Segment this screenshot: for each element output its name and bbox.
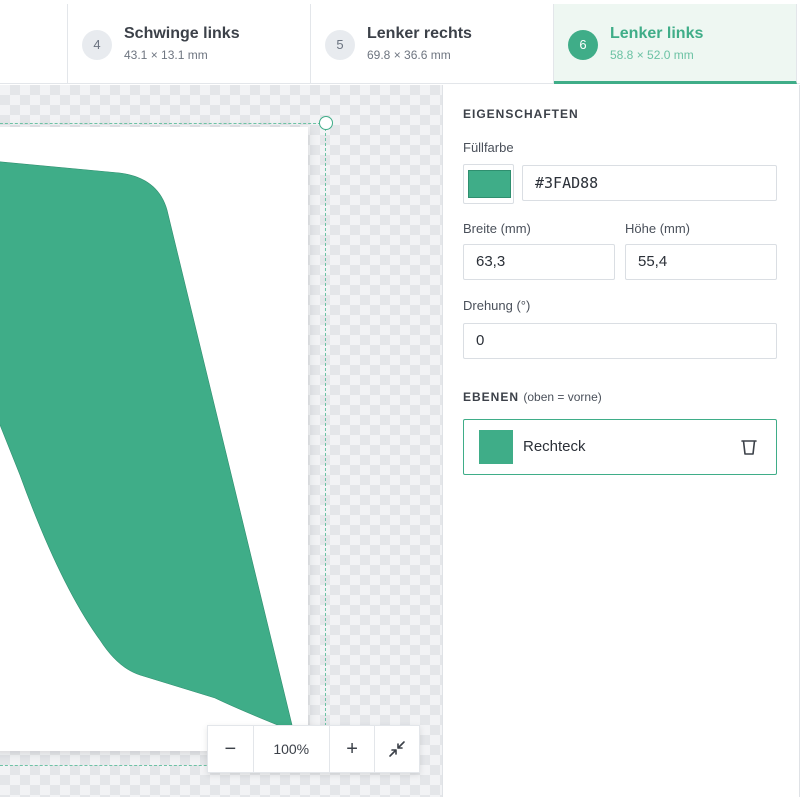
resize-handle-top-right[interactable] bbox=[319, 116, 333, 130]
shape-layer bbox=[0, 160, 293, 731]
tab-dimensions: 69.8 × 36.6 mm bbox=[367, 48, 451, 62]
fit-to-screen-button[interactable] bbox=[374, 726, 419, 772]
tab-dimensions: 43.1 × 13.1 mm bbox=[124, 48, 208, 62]
properties-panel: EIGENSCHAFTEN Füllfarbe #3FAD88 Breite (… bbox=[444, 85, 800, 797]
selected-shape-rechteck[interactable] bbox=[0, 160, 293, 731]
layer-item[interactable]: Rechteck bbox=[463, 419, 777, 475]
layer-color-swatch bbox=[479, 430, 513, 464]
layers-heading: EBENEN (oben = vorne) bbox=[463, 390, 602, 404]
trash-icon[interactable] bbox=[738, 436, 760, 458]
tab-number-badge: 5 bbox=[325, 30, 355, 60]
tab-title: Lenker links bbox=[610, 25, 704, 42]
layer-name: Rechteck bbox=[523, 438, 586, 455]
fill-color-picker[interactable] bbox=[463, 164, 514, 204]
width-label: Breite (mm) bbox=[463, 221, 531, 236]
part-tab-bar: › 4 Schwinge links 43.1 × 13.1 mm 5 Lenk… bbox=[0, 0, 800, 84]
properties-heading: EIGENSCHAFTEN bbox=[463, 107, 579, 121]
height-label: Höhe (mm) bbox=[625, 221, 691, 236]
layers-subtitle: (oben = vorne) bbox=[523, 390, 602, 404]
tab-title: Schwinge links bbox=[124, 25, 240, 42]
zoom-in-button[interactable]: + bbox=[330, 726, 375, 772]
tab-previous-partial[interactable]: › bbox=[0, 4, 68, 84]
tab-number-badge: 6 bbox=[568, 30, 598, 60]
layers-title: EBENEN bbox=[463, 390, 520, 404]
fill-color-label: Füllfarbe bbox=[463, 140, 514, 155]
tab-number-badge: 4 bbox=[82, 30, 112, 60]
collapse-arrows-icon bbox=[389, 741, 406, 757]
fill-color-swatch bbox=[468, 170, 511, 198]
tab-part-6-active[interactable]: 6 Lenker links 58.8 × 52.0 mm bbox=[554, 4, 797, 84]
rotation-label: Drehung (°) bbox=[463, 298, 531, 313]
zoom-level: 100% bbox=[252, 726, 330, 772]
zoom-controls: − 100% + bbox=[207, 725, 420, 773]
tab-part-4[interactable]: 4 Schwinge links 43.1 × 13.1 mm bbox=[68, 4, 311, 84]
tab-part-5[interactable]: 5 Lenker rechts 69.8 × 36.6 mm bbox=[311, 4, 554, 84]
rotation-input[interactable]: 0 bbox=[463, 323, 777, 359]
width-input[interactable]: 63,3 bbox=[463, 244, 615, 280]
fill-color-hex-input[interactable]: #3FAD88 bbox=[522, 165, 777, 201]
height-input[interactable]: 55,4 bbox=[625, 244, 777, 280]
zoom-out-button[interactable]: − bbox=[208, 726, 253, 772]
tab-dimensions: 58.8 × 52.0 mm bbox=[610, 48, 694, 62]
design-canvas[interactable]: − 100% + bbox=[0, 85, 443, 797]
tab-title: Lenker rechts bbox=[367, 25, 472, 42]
